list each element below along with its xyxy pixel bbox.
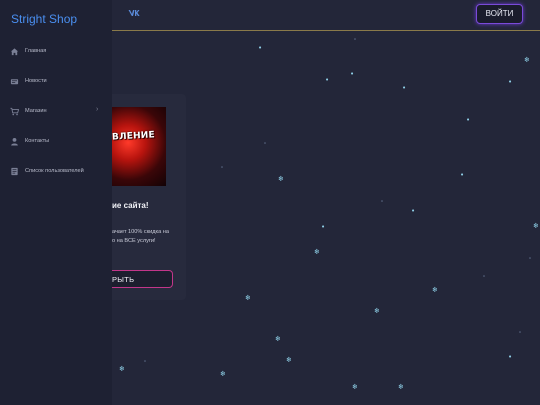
snowflake: • [350, 70, 354, 78]
sidebar-item-label: Список пользователей [25, 168, 84, 174]
login-button[interactable]: ВОЙТИ [476, 4, 523, 24]
snowflake: ❄ [278, 175, 284, 183]
sidebar-item-label: Новости [25, 78, 47, 84]
snowflake: ❄ [374, 307, 380, 315]
snowflake: ❄ [275, 335, 281, 343]
snow-dot [354, 38, 356, 40]
snow-dot [381, 200, 383, 202]
snowflake: ❄ [524, 56, 530, 64]
news-icon [10, 79, 19, 85]
snow-dot [221, 166, 223, 168]
snowflake: • [402, 84, 406, 92]
sidebar-item-label: Главная [25, 48, 47, 54]
snowflake: • [321, 223, 325, 231]
snowflake: ❄ [432, 286, 438, 294]
snowflake: ❄ [398, 383, 404, 391]
snow-dot [529, 257, 531, 259]
sidebar-item-shop[interactable]: Магазин › [0, 105, 112, 119]
sidebar-item-label: Магазин [25, 108, 47, 114]
snowflake: ❄ [352, 383, 358, 391]
snowflake: • [258, 44, 262, 52]
news-card-title: ие сайта! [112, 201, 149, 210]
sidebar-item-home[interactable]: Главная [0, 45, 112, 59]
news-card-description-line: ачает 100% скидка на [112, 229, 169, 235]
snowflake: • [460, 171, 464, 179]
snowflake: • [466, 116, 470, 124]
snowflake: ❄ [119, 365, 125, 373]
news-card-description-line: о на ВСЕ услуги! [112, 238, 156, 244]
user-icon [11, 137, 18, 146]
news-card-image-text: ВЛЕНИЕ [112, 130, 156, 143]
open-news-button[interactable]: РЫТЬ [112, 270, 173, 288]
sidebar-item-users[interactable]: Список пользователей [0, 165, 112, 179]
chevron-right-icon: › [96, 106, 99, 113]
snowflake: • [508, 353, 512, 361]
news-card-image: ВЛЕНИЕ [112, 107, 166, 186]
snow-dot [144, 360, 146, 362]
news-card-description: ачает 100% скидка на о на ВСЕ услуги! [112, 228, 178, 246]
snowflake: • [411, 207, 415, 215]
brand-logo[interactable]: Stright Shop [11, 12, 77, 26]
sidebar-item-label: Контакты [25, 138, 50, 144]
snow-dot [483, 275, 485, 277]
sidebar: Stright Shop Главная Новости Магазин › К… [0, 0, 112, 405]
sidebar-item-news[interactable]: Новости [0, 75, 112, 89]
snowflake: ❄ [533, 222, 539, 230]
snowflake: ❄ [220, 370, 226, 378]
snow-dot [519, 331, 521, 333]
snowflake: • [508, 78, 512, 86]
snowflake: ❄ [286, 356, 292, 364]
list-icon [11, 167, 18, 176]
vk-icon[interactable] [128, 9, 140, 20]
cart-icon [10, 107, 19, 116]
snow-dot [264, 142, 266, 144]
snowflake: ❄ [245, 294, 251, 302]
sidebar-item-contacts[interactable]: Контакты [0, 135, 112, 149]
snowflake: • [325, 76, 329, 84]
home-icon [10, 48, 19, 56]
snowflake: ❄ [314, 248, 320, 256]
